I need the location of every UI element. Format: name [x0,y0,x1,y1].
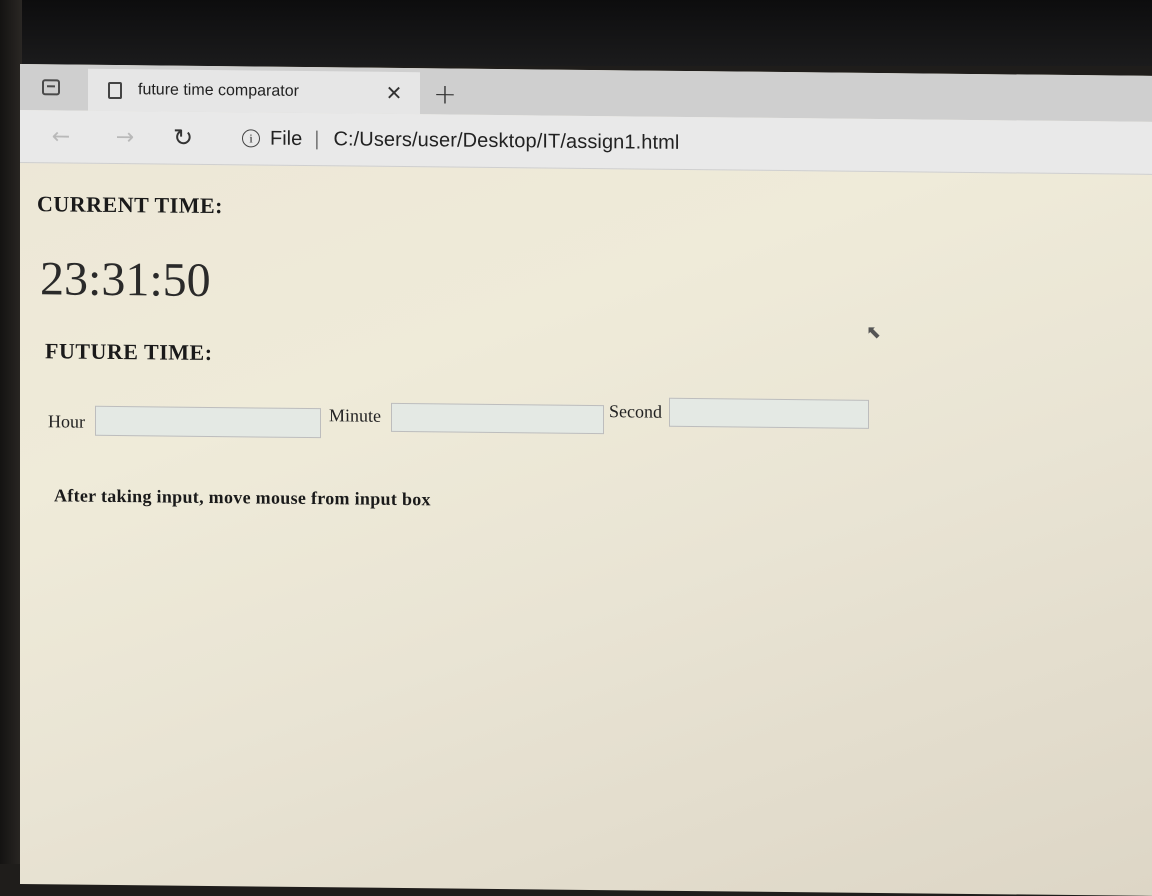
plus-icon: + [433,76,457,111]
monitor-bezel-top [0,0,1152,66]
monitor-bezel-left [0,0,22,864]
mouse-cursor-icon: ⬉ [866,321,882,344]
second-label: Second [609,401,662,422]
page-icon [108,81,122,99]
minute-label: Minute [329,405,381,426]
tab-actions-button[interactable] [38,76,64,98]
page-content: CURRENT TIME: 23:31:50 FUTURE TIME: Hour… [20,163,1152,895]
site-info-label: File [270,127,303,150]
close-icon: ✕ [385,80,403,106]
instruction-text: After taking input, move mouse from inpu… [54,485,431,510]
arrow-left-icon: ← [51,123,71,150]
second-input[interactable] [669,397,869,429]
future-time-heading: FUTURE TIME: [45,338,213,366]
new-tab-button[interactable]: + [430,76,460,111]
refresh-icon: ↻ [172,123,194,152]
arrow-right-icon: → [115,124,135,150]
tab-title: future time comparator [138,81,299,100]
back-button[interactable]: ← [46,122,76,150]
address-divider: | [314,127,320,150]
future-time-form: Hour Minute Second [48,391,948,460]
tab-actions-icon [42,79,60,96]
address-bar[interactable]: i File | C:/Users/user/Desktop/IT/assign… [242,122,1122,163]
forward-button[interactable]: → [110,123,140,151]
hour-input[interactable] [95,405,321,439]
url-text: C:/Users/user/Desktop/IT/assign1.html [333,127,680,154]
browser-tab[interactable]: future time comparator ✕ [88,68,420,115]
current-time-clock: 23:31:50 [40,252,211,307]
current-time-heading: CURRENT TIME: [37,191,223,219]
minute-input[interactable] [391,402,604,435]
refresh-button[interactable]: ↻ [168,124,198,152]
browser-window: future time comparator ✕ + ← → ↻ i File … [20,64,1152,896]
hour-label: Hour [48,411,85,432]
close-tab-button[interactable]: ✕ [382,81,406,105]
info-icon[interactable]: i [242,129,260,148]
